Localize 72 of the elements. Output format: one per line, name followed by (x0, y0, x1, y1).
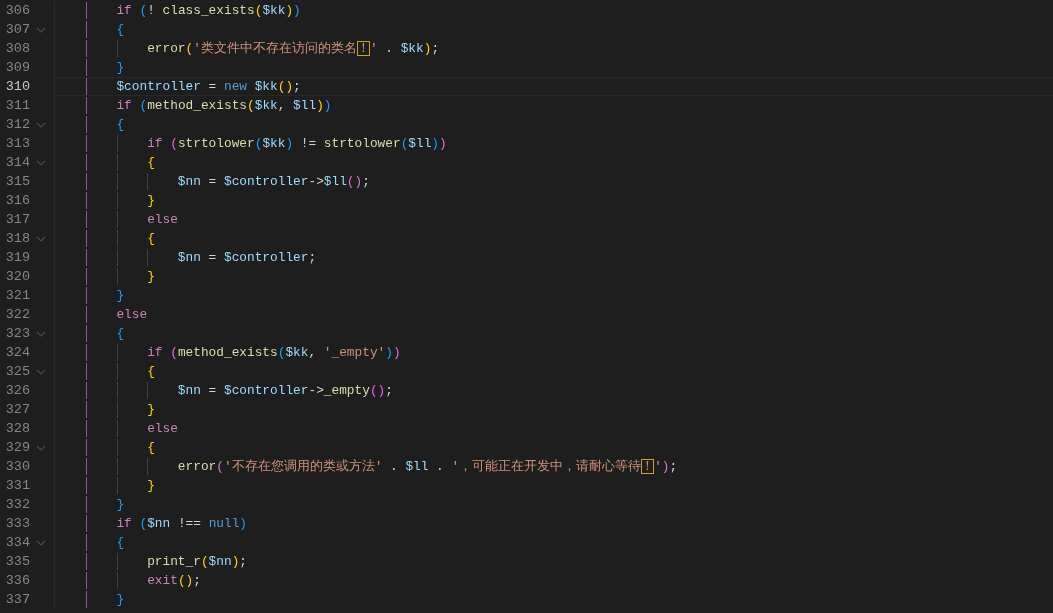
line-number: 311 (4, 98, 30, 113)
line-number: 333 (4, 516, 30, 531)
code-line: } (146, 269, 155, 284)
line-number: 310 (4, 79, 30, 94)
line-number: 337 (4, 592, 30, 607)
line-number: 309 (4, 60, 30, 75)
code-line: { (115, 117, 125, 132)
code-line: } (115, 60, 125, 75)
code-line: { (146, 155, 155, 170)
line-number: 316 (4, 193, 30, 208)
line-number: 315 (4, 174, 30, 189)
line-number: 322 (4, 307, 30, 322)
code-line: { (146, 440, 155, 455)
line-number: 321 (4, 288, 30, 303)
code-line: if (strtolower($kk) != strtolower($ll)) (146, 136, 447, 151)
code-line: } (115, 592, 125, 607)
line-number: 323 (4, 326, 30, 341)
code-line: if (! class_exists($kk)) (115, 3, 301, 18)
line-number: 336 (4, 573, 30, 588)
code-line: if (method_exists($kk, '_empty')) (146, 345, 401, 360)
line-number: 325 (4, 364, 30, 379)
fold-chevron-icon[interactable] (36, 235, 46, 242)
code-line: $nn = $controller->_empty(); (176, 383, 393, 398)
code-line: { (115, 535, 125, 550)
code-line: { (146, 364, 155, 379)
code-line: exit(); (146, 573, 201, 588)
line-number: 331 (4, 478, 30, 493)
fold-chevron-icon[interactable] (36, 330, 46, 337)
code-line: if ($nn !== null) (115, 516, 248, 531)
line-number: 326 (4, 383, 30, 398)
code-line: if (method_exists($kk, $ll)) (115, 98, 332, 113)
code-line: { (115, 326, 125, 341)
code-line: } (146, 193, 155, 208)
line-number: 318 (4, 231, 30, 246)
code-line: } (115, 288, 125, 303)
line-number: 320 (4, 269, 30, 284)
line-number: 307 (4, 22, 30, 37)
code-line: { (115, 22, 125, 37)
code-line: } (146, 402, 155, 417)
line-number: 330 (4, 459, 30, 474)
code-line: else (146, 212, 178, 227)
line-number: 313 (4, 136, 30, 151)
line-number: 328 (4, 421, 30, 436)
fold-chevron-icon[interactable] (36, 444, 46, 451)
code-line: else (115, 307, 148, 322)
fold-chevron-icon[interactable] (36, 159, 46, 166)
line-number: 314 (4, 155, 30, 170)
fold-chevron-icon[interactable] (36, 539, 46, 546)
code-line: else (146, 421, 178, 436)
code-line: error('类文件中不存在访问的类名！' . $kk); (146, 40, 440, 57)
line-number: 308 (4, 41, 30, 56)
code-line: } (146, 478, 155, 493)
fold-chevron-icon[interactable] (36, 121, 46, 128)
line-number: 329 (4, 440, 30, 455)
code-line: $nn = $controller->$ll(); (176, 174, 370, 189)
code-line: { (146, 231, 155, 246)
code-line: error('不存在您调用的类或方法' . $ll . '，可能正在开发中，请耐心等待！'); (176, 458, 678, 475)
line-number: 324 (4, 345, 30, 360)
code-line: } (115, 497, 125, 512)
code-line: $controller = new $kk(); (115, 79, 301, 94)
line-number: 312 (4, 117, 30, 132)
line-number: 317 (4, 212, 30, 227)
line-number: 319 (4, 250, 30, 265)
line-number: 334 (4, 535, 30, 550)
code-line: $nn = $controller; (176, 250, 317, 265)
line-number: 335 (4, 554, 30, 569)
line-number: 327 (4, 402, 30, 417)
line-number: 332 (4, 497, 30, 512)
line-number: 306 (4, 3, 30, 18)
fold-chevron-icon[interactable] (36, 368, 46, 375)
fold-chevron-icon[interactable] (36, 26, 46, 33)
code-line: print_r($nn); (146, 554, 248, 569)
